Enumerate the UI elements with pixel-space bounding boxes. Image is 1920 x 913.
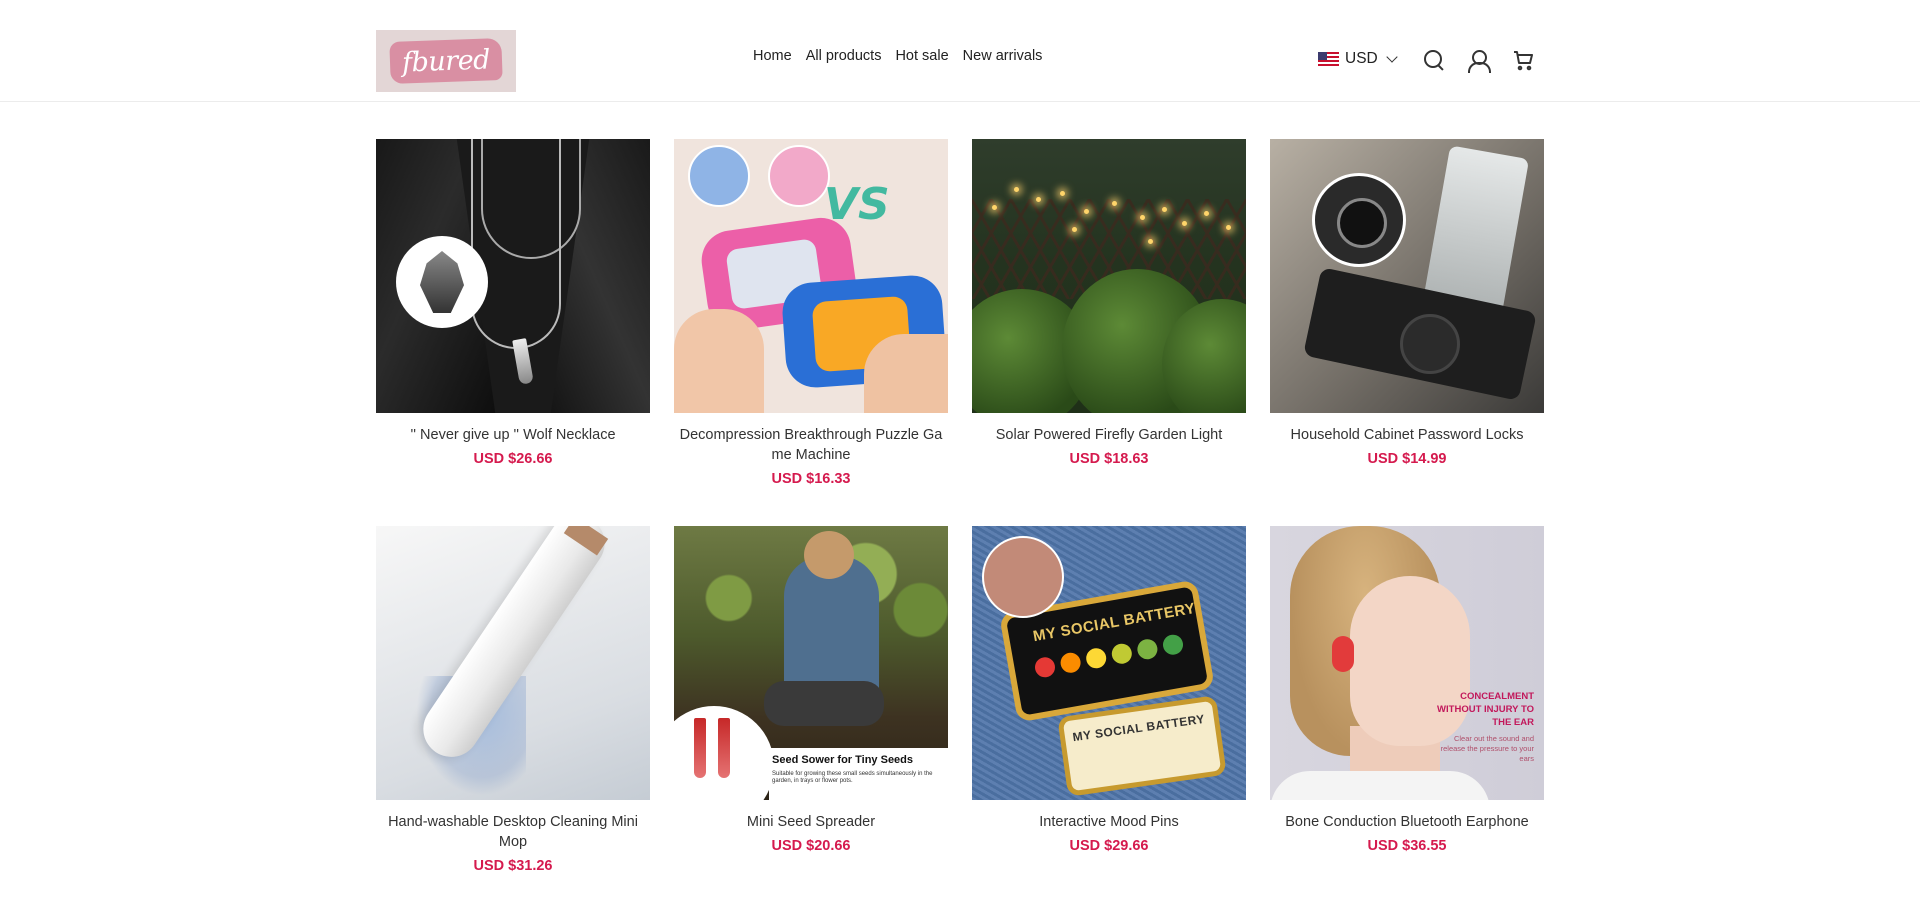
product-title[interactable]: Mini Seed Spreader [674, 812, 948, 832]
product-card[interactable]: CONCEALMENT WITHOUT INJURY TO THE EAR Cl… [1270, 526, 1544, 913]
nav-new-arrivals[interactable]: New arrivals [963, 48, 1043, 64]
image-headline: CONCEALMENT WITHOUT INJURY TO THE EAR [1437, 691, 1534, 728]
product-card[interactable]: Household Cabinet Password Locks USD $14… [1270, 139, 1544, 526]
site-header: fbured Home All products Hot sale New ar… [0, 0, 1920, 102]
logo-text: fbured [401, 43, 491, 79]
product-image[interactable]: MY SOCIAL BATTERY MY SOCIAL BATTERY [972, 526, 1246, 800]
image-subtext: Clear out the sound and release the pres… [1440, 734, 1534, 763]
product-card[interactable]: '' Never give up '' Wolf Necklace USD $2… [376, 139, 650, 526]
nav-home[interactable]: Home [753, 48, 792, 64]
product-title[interactable]: Interactive Mood Pins [972, 812, 1246, 832]
product-image[interactable]: VS [674, 139, 948, 413]
currency-label: USD [1345, 50, 1378, 67]
currency-selector[interactable]: USD [1318, 50, 1398, 68]
product-price: USD $16.33 [771, 471, 851, 487]
product-image[interactable] [376, 526, 650, 800]
product-title[interactable]: Solar Powered Firefly Garden Light [972, 425, 1246, 445]
product-price: USD $31.26 [473, 858, 553, 874]
banner-title: Seed Sower for Tiny Seeds [772, 754, 914, 766]
nav-hot-sale[interactable]: Hot sale [895, 48, 948, 64]
product-title[interactable]: Hand-washable Desktop Cleaning Mini Mop [376, 812, 650, 852]
us-flag-icon [1318, 52, 1339, 66]
product-image[interactable]: CONCEALMENT WITHOUT INJURY TO THE EAR Cl… [1270, 526, 1544, 800]
product-title[interactable]: Bone Conduction Bluetooth Earphone [1270, 812, 1544, 832]
lock-detail-badge [1312, 173, 1406, 267]
product-title[interactable]: Household Cabinet Password Locks [1270, 425, 1544, 445]
product-card[interactable]: Seed Sower for Tiny Seeds Suitable for g… [674, 526, 948, 913]
product-price: USD $36.55 [1367, 838, 1447, 854]
store-logo[interactable]: fbured [376, 30, 516, 92]
product-image[interactable] [972, 139, 1246, 413]
product-card[interactable]: Solar Powered Firefly Garden Light USD $… [972, 139, 1246, 526]
logo-badge: fbured [389, 38, 503, 84]
product-price: USD $20.66 [771, 838, 851, 854]
product-title[interactable]: '' Never give up '' Wolf Necklace [376, 425, 650, 445]
product-grid: '' Never give up '' Wolf Necklace USD $2… [376, 139, 1544, 913]
product-price: USD $14.99 [1367, 451, 1447, 467]
product-image[interactable]: Seed Sower for Tiny Seeds Suitable for g… [674, 526, 948, 800]
cart-icon[interactable] [1511, 48, 1535, 72]
product-price: USD $29.66 [1069, 838, 1149, 854]
product-card[interactable]: Hand-washable Desktop Cleaning Mini Mop … [376, 526, 650, 913]
wolf-pendant-badge [396, 236, 488, 328]
product-title[interactable]: Decompression Breakthrough Puzzle Ga me … [674, 425, 948, 465]
product-price: USD $26.66 [473, 451, 553, 467]
vs-text: VS [824, 179, 890, 230]
user-icon[interactable] [1466, 48, 1491, 73]
banner-subtext: Suitable for growing these small seeds s… [772, 771, 933, 784]
product-price: USD $18.63 [1069, 451, 1149, 467]
main-nav: Home All products Hot sale New arrivals [753, 48, 1056, 64]
product-card[interactable]: VS Decompression Breakthrough Puzzle Ga … [674, 139, 948, 526]
product-image[interactable] [1270, 139, 1544, 413]
product-image[interactable] [376, 139, 650, 413]
nav-all-products[interactable]: All products [806, 48, 882, 64]
chevron-down-icon [1386, 50, 1398, 63]
search-icon[interactable] [1422, 48, 1446, 72]
product-card[interactable]: MY SOCIAL BATTERY MY SOCIAL BATTERY Inte… [972, 526, 1246, 913]
